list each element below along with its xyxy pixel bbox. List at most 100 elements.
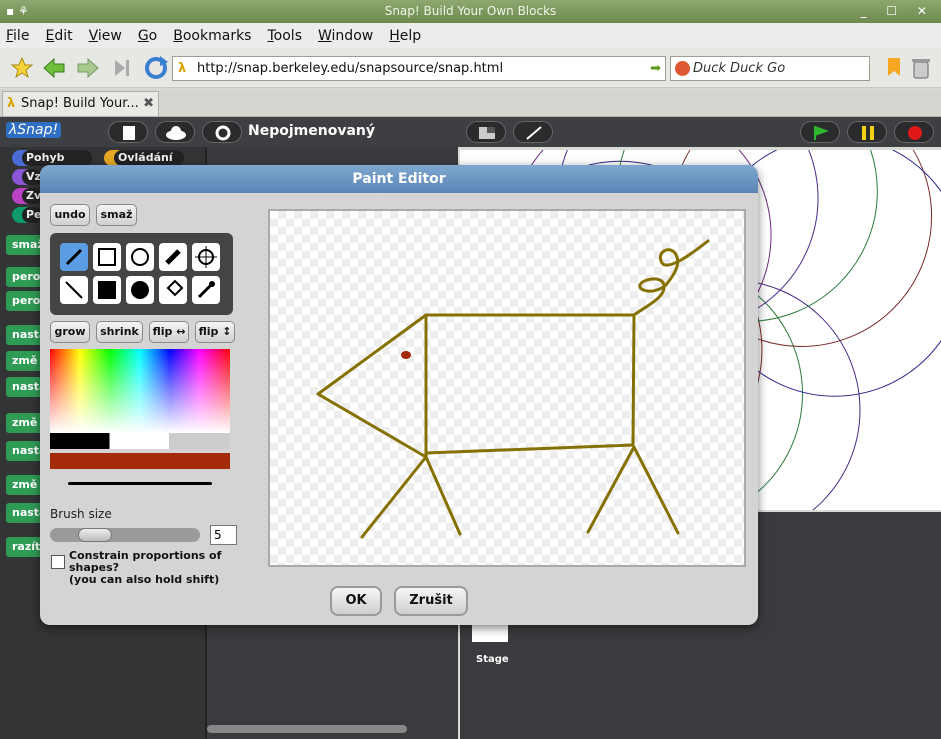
window-menu-icon[interactable]: ▪ ⚘ xyxy=(6,0,29,23)
tab-snap[interactable]: λ Snap! Build Your... ✖ xyxy=(2,91,159,116)
filled-ellipse-tool[interactable] xyxy=(126,276,154,304)
fill-tool[interactable] xyxy=(159,276,187,304)
undo-button[interactable]: undo xyxy=(50,204,90,226)
flip-horizontal-button[interactable]: flip ↔ xyxy=(149,321,189,343)
stop-icon[interactable] xyxy=(108,54,136,82)
back-icon[interactable] xyxy=(40,54,68,82)
stage-size-button[interactable] xyxy=(466,121,506,143)
menu-window[interactable]: Window xyxy=(318,28,373,44)
eraser-tool[interactable] xyxy=(159,243,187,271)
dialog-title: Paint Editor xyxy=(40,165,758,193)
bookmark-icon[interactable] xyxy=(880,54,908,82)
green-flag-icon xyxy=(814,126,829,140)
brush-preview xyxy=(68,482,212,485)
category-control[interactable]: Ovládání xyxy=(104,150,184,166)
constrain-checkbox[interactable] xyxy=(51,555,65,569)
pig-drawing xyxy=(316,239,710,539)
line-tool[interactable] xyxy=(60,276,88,304)
rectangle-outline-icon xyxy=(98,248,116,266)
presentation-button[interactable] xyxy=(513,121,553,143)
current-color-swatch xyxy=(50,453,230,469)
tab-bar: λ Snap! Build Your... ✖ xyxy=(0,89,941,117)
rotation-center-tool[interactable] xyxy=(192,243,220,271)
brush-size-slider[interactable] xyxy=(50,528,200,542)
pause-button[interactable] xyxy=(847,121,887,143)
stage-label: Stage xyxy=(476,654,509,665)
menu-view[interactable]: View xyxy=(89,28,122,44)
category-sound[interactable]: Zv xyxy=(12,188,42,204)
constrain-label: Constrain proportions of shapes? (you ca… xyxy=(69,550,269,586)
category-looks[interactable]: Vz xyxy=(12,169,42,185)
category-motion[interactable]: Pohyb xyxy=(12,150,92,166)
brush-icon xyxy=(65,248,83,266)
window-titlebar: ▪ ⚘ Snap! Build Your Own Blocks _ ☐ ✕ xyxy=(0,0,941,23)
stop-button[interactable] xyxy=(894,121,934,143)
home-star-icon[interactable] xyxy=(8,54,36,82)
color-palette[interactable] xyxy=(50,349,230,433)
menu-help[interactable]: Help xyxy=(389,28,421,44)
window-title: Snap! Build Your Own Blocks xyxy=(384,4,557,18)
green-flag-button[interactable] xyxy=(800,121,840,143)
cloud-button[interactable] xyxy=(155,121,195,143)
ok-button[interactable]: OK xyxy=(330,586,382,616)
reload-icon[interactable] xyxy=(142,54,170,82)
project-name: Nepojmenovaný xyxy=(248,123,375,139)
cloud-icon xyxy=(166,126,186,140)
search-field[interactable]: Duck Duck Go xyxy=(670,56,870,81)
duckduckgo-icon xyxy=(675,61,690,76)
close-tab-icon[interactable]: ✖ xyxy=(143,92,154,115)
eraser-icon xyxy=(165,249,181,265)
lambda-favicon: λ xyxy=(178,61,187,76)
eyedropper-tool[interactable] xyxy=(192,276,220,304)
constrain-hint: (you can also hold shift) xyxy=(69,573,220,586)
menu-edit[interactable]: Edit xyxy=(45,28,72,44)
clear-button[interactable]: smaž xyxy=(96,204,137,226)
constrain-text: Constrain proportions of shapes? xyxy=(69,549,222,574)
trash-icon[interactable] xyxy=(907,54,935,82)
filled-rectangle-tool[interactable] xyxy=(93,276,121,304)
ellipse-outline-icon xyxy=(131,248,149,266)
settings-button[interactable] xyxy=(202,121,242,143)
url-field[interactable]: λ http://snap.berkeley.edu/snapsource/sn… xyxy=(172,56,666,81)
tool-palette xyxy=(50,233,233,315)
menu-bookmarks[interactable]: Bookmarks xyxy=(173,28,251,44)
forward-icon[interactable] xyxy=(74,54,102,82)
brush-size-label: Brush size xyxy=(50,507,112,521)
file-menu-button[interactable] xyxy=(108,121,148,143)
file-icon xyxy=(123,126,135,140)
stop-sign-icon xyxy=(908,126,922,140)
paint-bucket-icon xyxy=(166,279,184,297)
window-controls[interactable]: _ ☐ ✕ xyxy=(861,0,935,23)
brush-size-knob[interactable] xyxy=(78,528,112,542)
url-text: http://snap.berkeley.edu/snapsource/snap… xyxy=(197,61,504,76)
search-placeholder: Duck Duck Go xyxy=(693,61,786,76)
normal-stage-icon xyxy=(479,127,495,139)
category-pen[interactable]: Pe xyxy=(12,207,42,223)
pause-icon xyxy=(862,126,874,140)
menubar: File Edit View Go Bookmarks Tools Window… xyxy=(0,23,941,48)
flip-vertical-button[interactable]: flip ↕ xyxy=(195,321,235,343)
grayscale-palette[interactable] xyxy=(50,433,230,449)
shrink-button[interactable]: shrink xyxy=(96,321,143,343)
rectangle-tool[interactable] xyxy=(93,243,121,271)
grow-button[interactable]: grow xyxy=(50,321,90,343)
scripts-scrollbar[interactable] xyxy=(207,725,407,733)
crosshair-icon xyxy=(195,246,217,268)
menu-file[interactable]: File xyxy=(6,28,29,44)
lambda-tab-icon: λ xyxy=(7,96,16,111)
brush-tool[interactable] xyxy=(60,243,88,271)
line-icon xyxy=(65,281,83,299)
paint-editor-dialog: Paint Editor undo smaž grow shrink flip … xyxy=(40,165,758,625)
menu-tools[interactable]: Tools xyxy=(267,28,302,44)
snap-logo[interactable]: λSnap! xyxy=(6,122,62,138)
rectangle-filled-icon xyxy=(98,281,116,299)
ellipse-tool[interactable] xyxy=(126,243,154,271)
menu-go[interactable]: Go xyxy=(138,28,157,44)
paint-canvas[interactable] xyxy=(268,209,746,567)
brush-size-input[interactable]: 5 xyxy=(210,525,237,545)
cancel-button[interactable]: Zrušit xyxy=(394,586,468,616)
eyedropper-icon xyxy=(197,281,215,299)
ellipse-filled-icon xyxy=(131,281,149,299)
go-arrow-icon[interactable]: ➡ xyxy=(650,57,661,80)
fullscreen-icon xyxy=(526,126,542,140)
